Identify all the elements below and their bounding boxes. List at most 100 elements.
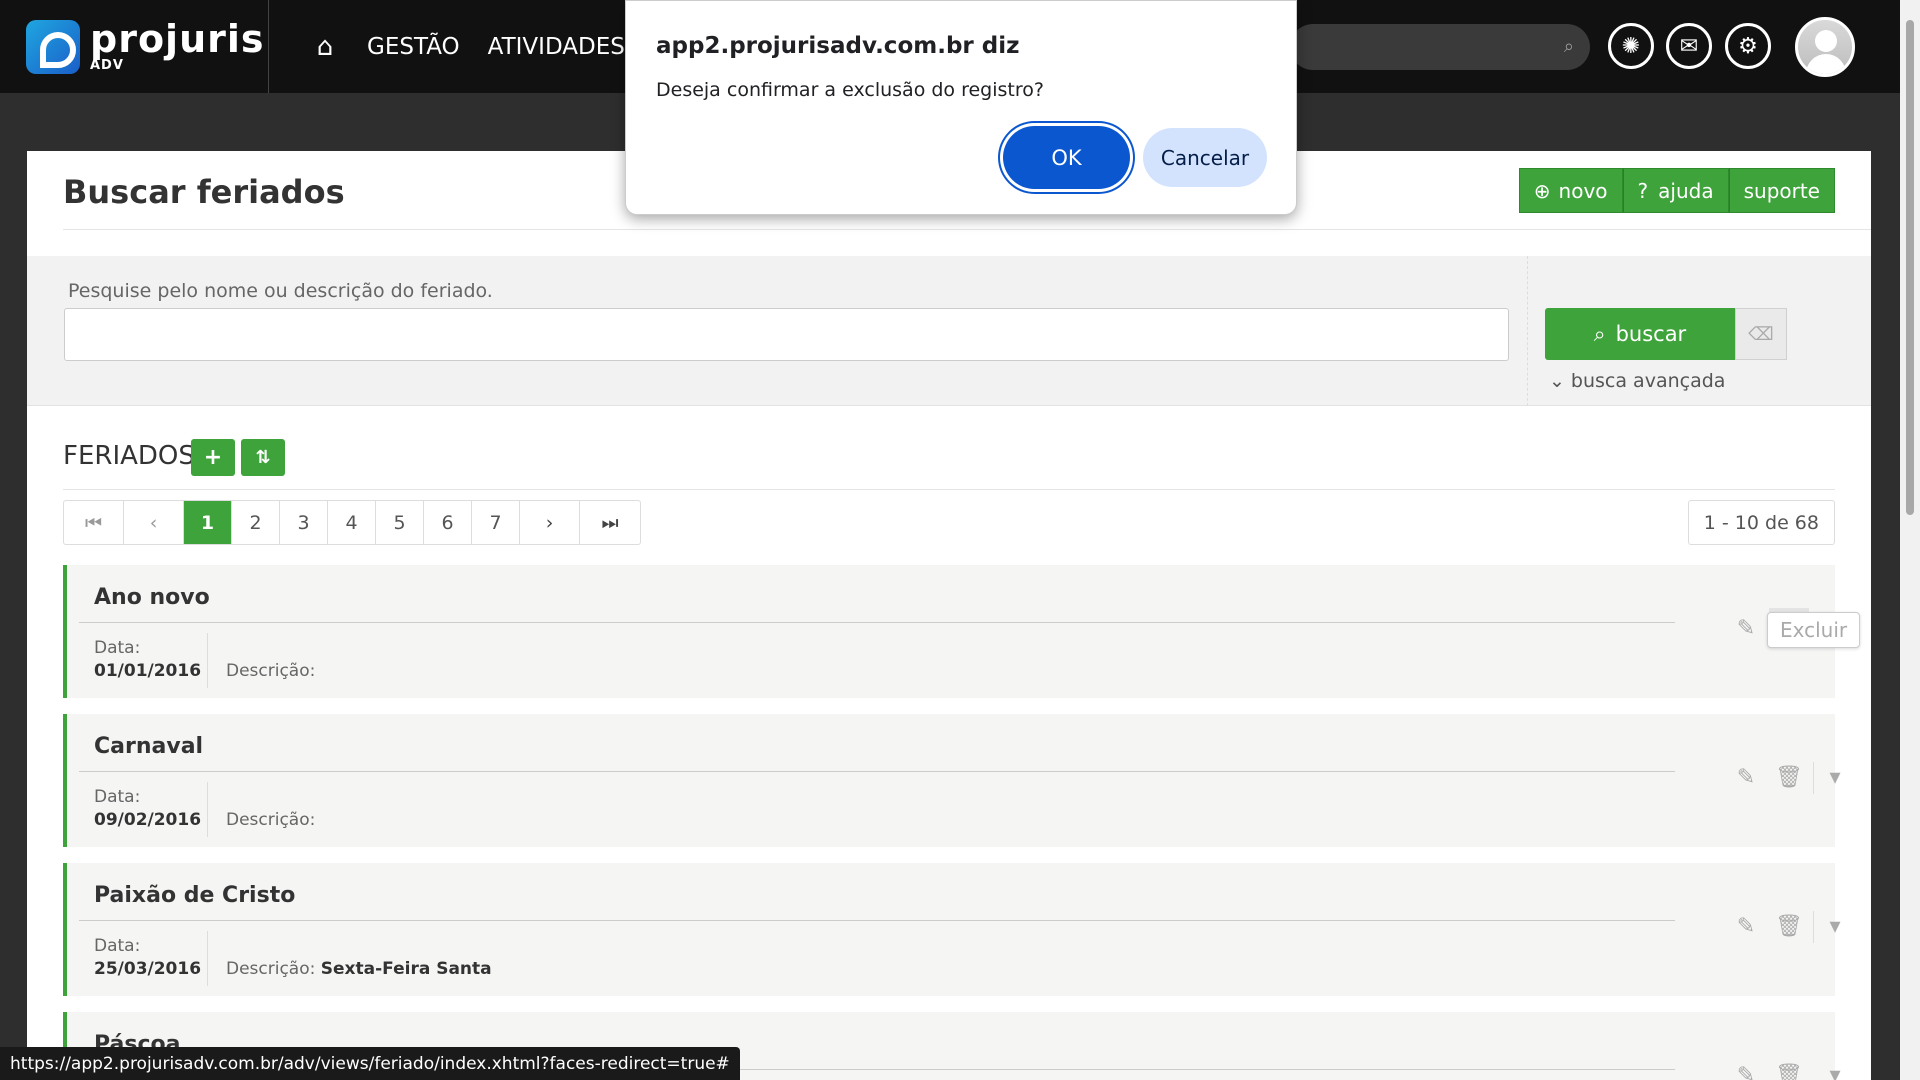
divider [207, 782, 208, 837]
novo-button[interactable]: ⊕ novo [1518, 168, 1623, 213]
advanced-search-link[interactable]: ⌄ busca avançada [1549, 370, 1725, 392]
first-page-icon: ⏮ [84, 511, 103, 534]
chevron-down-icon[interactable]: ▾ [1815, 906, 1855, 946]
search-label: Pesquise pelo nome ou descrição do feria… [68, 280, 493, 302]
pagination: ⏮ ‹ 1 2 3 4 5 6 7 › ⏭ [63, 500, 641, 545]
chevron-down-icon[interactable]: ▾ [1815, 757, 1855, 797]
divider [79, 920, 1675, 921]
divider [79, 622, 1675, 623]
divider [63, 489, 1835, 490]
trash-icon[interactable]: 🗑 [1769, 757, 1809, 797]
first-page-button[interactable]: ⏮ [64, 501, 124, 544]
confirm-dialog: app2.projurisadv.com.br diz Deseja confi… [625, 0, 1297, 215]
divider [79, 771, 1675, 772]
clear-search-button[interactable]: ⌫ [1735, 308, 1787, 360]
sort-icon: ⇅ [255, 447, 271, 468]
page-button[interactable]: 6 [424, 501, 472, 544]
trash-icon[interactable]: 🗑 [1769, 906, 1809, 946]
nav-atividades[interactable]: ATIVIDADES [488, 34, 625, 60]
nav-gestao[interactable]: GESTÃO [367, 34, 460, 60]
plus-circle-icon: ⊕ [1533, 178, 1551, 203]
page-button[interactable]: 2 [232, 501, 280, 544]
feriado-name: Ano novo [94, 585, 210, 610]
page-button[interactable]: 4 [328, 501, 376, 544]
list-item: Paixão de Cristo Data: 25/03/2016 Descri… [63, 863, 1841, 996]
scrollbar-thumb[interactable] [1906, 20, 1914, 515]
search-icon[interactable]: ⌕ [1564, 36, 1574, 57]
page-button[interactable]: 1 [184, 501, 232, 544]
excluir-tooltip: Excluir [1767, 612, 1861, 648]
prev-page-button[interactable]: ‹ [124, 501, 184, 544]
description-label: Descrição: [226, 810, 316, 830]
suporte-button[interactable]: suporte [1728, 168, 1835, 213]
divider [207, 931, 208, 986]
plus-icon: + [203, 445, 223, 470]
description: Descrição: [226, 810, 315, 830]
page-title: Buscar feriados [63, 173, 345, 211]
last-page-button[interactable]: ⏭ [580, 501, 640, 544]
chevron-down-icon: ⌄ [1549, 370, 1565, 392]
cancel-button[interactable]: Cancelar [1143, 128, 1267, 187]
ajuda-label: ajuda [1658, 178, 1714, 203]
date-label: Data: [94, 787, 141, 807]
edit-icon[interactable]: ✎ [1726, 1055, 1766, 1080]
date-value: 09/02/2016 [94, 810, 202, 830]
edit-icon[interactable]: ✎ [1726, 906, 1766, 946]
status-bar-url: https://app2.projurisadv.com.br/adv/view… [0, 1047, 740, 1080]
date-label: Data: [94, 638, 141, 658]
global-search-input[interactable]: ⌕ [1290, 24, 1590, 70]
sort-button[interactable]: ⇅ [241, 439, 285, 476]
chevron-right-icon: › [545, 511, 554, 534]
date-value: 25/03/2016 [94, 959, 202, 979]
magnifier-icon: ⌕ [1593, 321, 1606, 346]
logo-icon [26, 19, 80, 74]
header-button-group: ⊕ novo ? ajuda suporte [1518, 168, 1835, 213]
edit-icon[interactable]: ✎ [1726, 608, 1766, 648]
page-button[interactable]: 3 [280, 501, 328, 544]
dialog-message: Deseja confirmar a exclusão do registro? [656, 79, 1044, 101]
list-item: Ano novo Data: 01/01/2016 Descrição: ✎ 🗑 [63, 565, 1835, 698]
logo[interactable]: projuris ADV [26, 0, 269, 93]
page-button[interactable]: 5 [376, 501, 424, 544]
avatar[interactable] [1795, 17, 1855, 77]
description-label: Descrição: [226, 959, 316, 979]
divider [1527, 256, 1528, 406]
date-value: 01/01/2016 [94, 661, 202, 681]
description: Descrição: [226, 661, 315, 681]
edit-icon[interactable]: ✎ [1726, 757, 1766, 797]
search-input[interactable] [64, 308, 1509, 361]
advanced-search-label: busca avançada [1570, 370, 1726, 392]
description-label: Descrição: [226, 661, 316, 681]
chevron-left-icon: ‹ [149, 511, 158, 534]
search-panel: Pesquise pelo nome ou descrição do feria… [27, 256, 1871, 406]
divider [207, 633, 208, 688]
description-value: Sexta-Feira Santa [320, 959, 492, 979]
date-label: Data: [94, 936, 141, 956]
novo-label: novo [1558, 178, 1608, 203]
last-page-icon: ⏭ [601, 511, 619, 534]
page-scrollbar[interactable] [1900, 0, 1920, 1080]
result-count: 1 - 10 de 68 [1687, 500, 1835, 545]
buscar-button[interactable]: ⌕ buscar [1545, 308, 1735, 360]
question-icon: ? [1637, 178, 1649, 203]
divider [63, 229, 1871, 230]
add-feriado-button[interactable]: + [191, 439, 235, 476]
main-card: Buscar feriados ⊕ novo ? ajuda suporte Pes… [27, 151, 1871, 1080]
dialog-title: app2.projurisadv.com.br diz [656, 33, 1020, 59]
next-page-button[interactable]: › [520, 501, 580, 544]
backspace-icon: ⌫ [1748, 323, 1774, 345]
page-button[interactable]: 7 [472, 501, 520, 544]
openai-icon[interactable]: ✺ [1608, 23, 1654, 69]
divider [1813, 762, 1814, 794]
section-title: FERIADOS [63, 441, 195, 471]
feriado-name: Paixão de Cristo [94, 883, 296, 908]
home-icon[interactable]: ⌂ [311, 32, 339, 62]
description: Descrição: Sexta-Feira Santa [226, 959, 492, 979]
logo-name: projuris [90, 17, 265, 61]
ok-button[interactable]: OK [1003, 126, 1130, 189]
trash-icon[interactable]: 🗑 [1769, 1055, 1809, 1080]
chevron-down-icon[interactable]: ▾ [1815, 1055, 1855, 1080]
gear-icon[interactable]: ⚙ [1725, 23, 1771, 69]
ajuda-button[interactable]: ? ajuda [1622, 168, 1729, 213]
mail-icon[interactable]: ✉ [1666, 23, 1712, 69]
